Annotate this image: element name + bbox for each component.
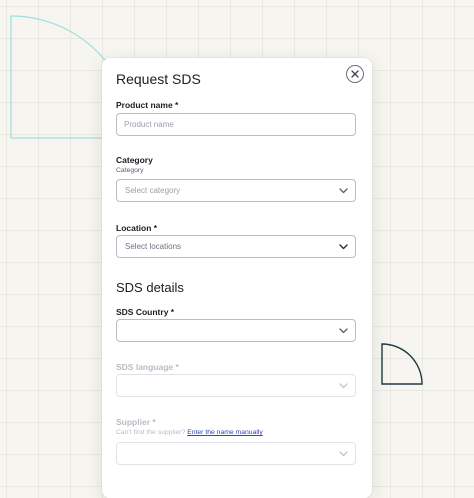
sds-language-select[interactable] [116,374,356,397]
location-select-placeholder: Select locations [125,242,182,251]
close-button[interactable] [346,65,364,83]
product-name-field[interactable] [116,113,356,136]
location-label: Location * [116,223,158,233]
chevron-down-icon [339,383,348,389]
sds-country-select[interactable] [116,319,356,342]
request-sds-modal: Request SDS Product name * Category Cate… [102,58,372,498]
supplier-label: Supplier * [116,417,156,427]
chevron-down-icon [339,451,348,457]
sds-details-heading: SDS details [116,280,184,295]
decorative-dark-quarter-circle [381,343,423,385]
close-icon [351,70,359,78]
sds-country-label: SDS Country * [116,307,175,317]
category-select[interactable]: Select category [116,179,356,202]
product-name-label: Product name * [116,100,179,110]
category-label: Category [116,155,153,165]
chevron-down-icon [339,244,348,250]
category-select-placeholder: Select category [125,186,181,195]
product-name-input[interactable] [117,114,355,135]
supplier-help-text: Can't find the supplier? Enter the name … [116,429,263,436]
enter-name-manually-link[interactable]: Enter the name manually [187,429,263,436]
supplier-select[interactable] [116,442,356,465]
modal-title: Request SDS [116,71,201,87]
supplier-help-prefix: Can't find the supplier? [116,429,186,436]
location-select[interactable]: Select locations [116,235,356,258]
chevron-down-icon [339,188,348,194]
sds-language-label: SDS language * [116,362,179,372]
chevron-down-icon [339,328,348,334]
category-help-text: Category [116,167,144,174]
